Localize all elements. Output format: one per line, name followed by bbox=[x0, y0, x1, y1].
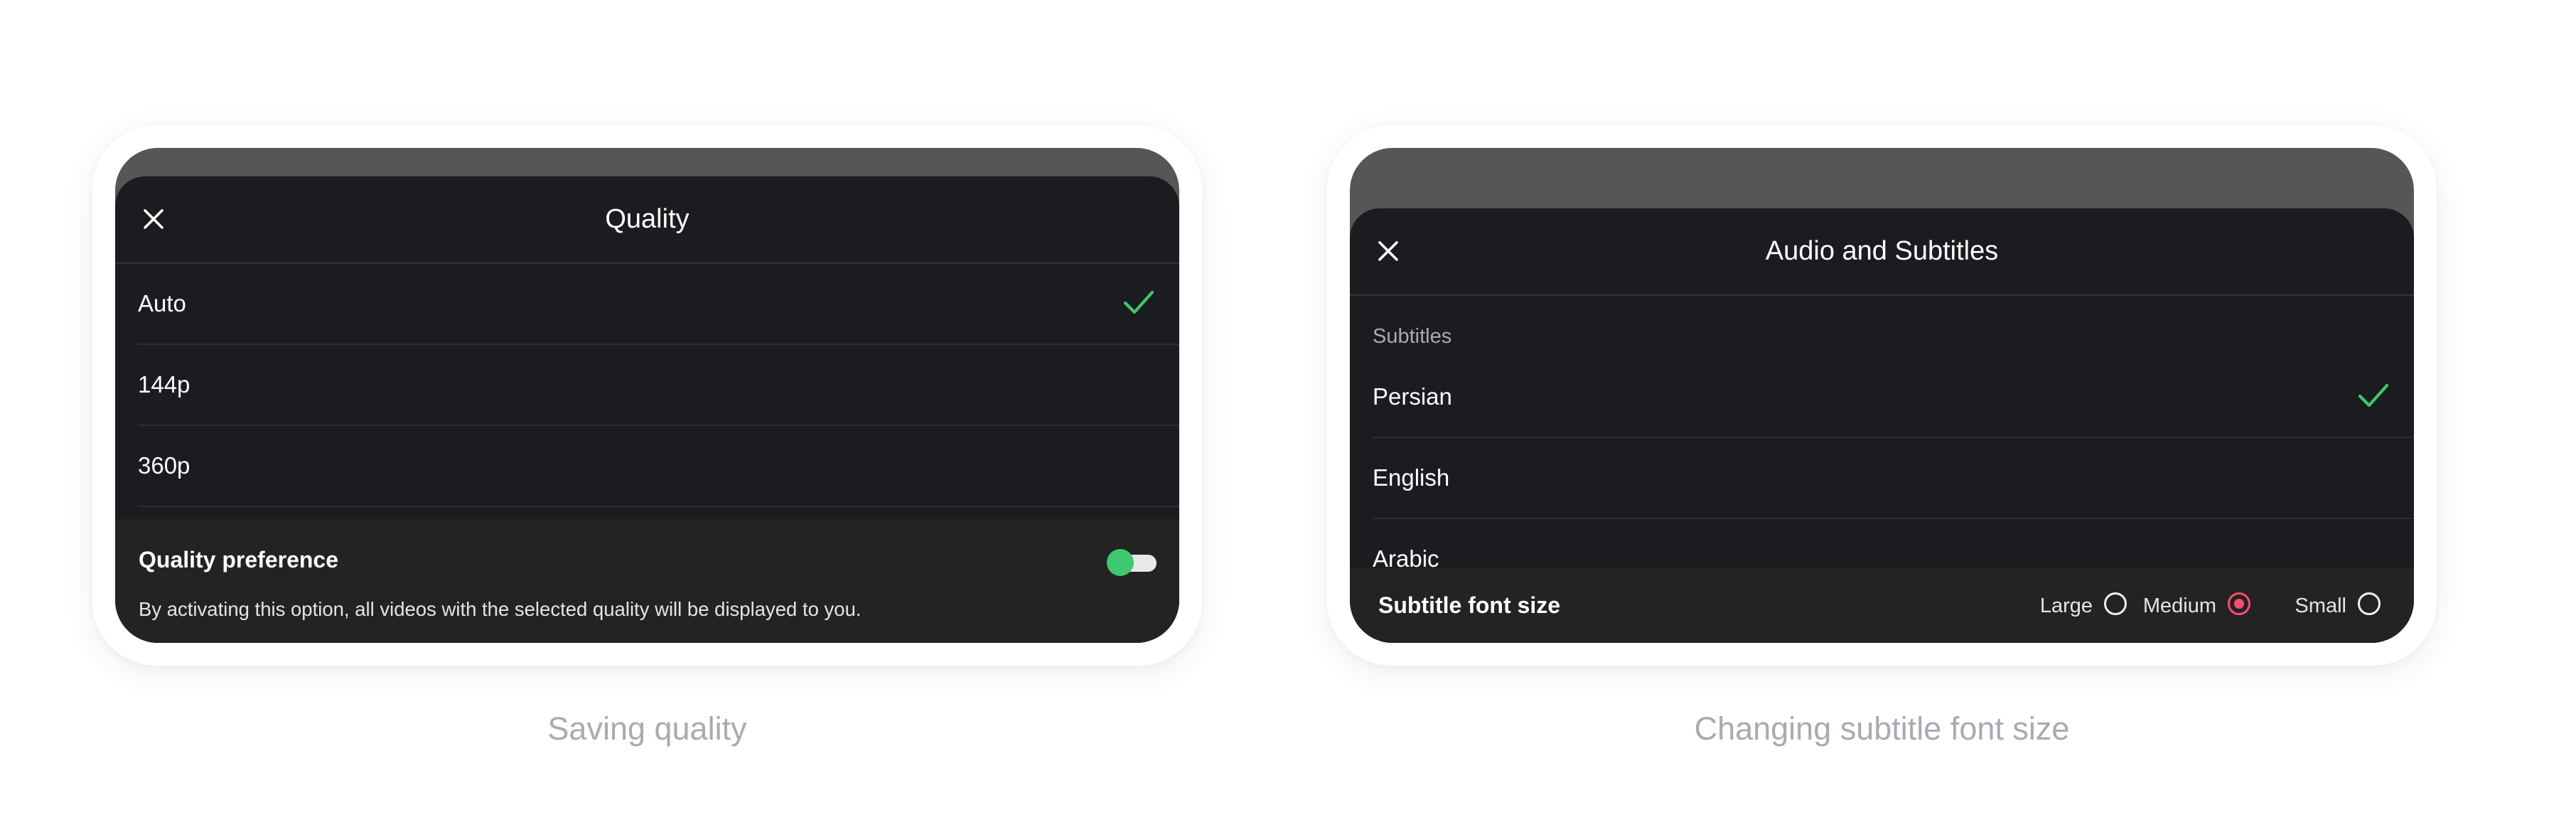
caption-changing-subtitle-font-size: Changing subtitle font size bbox=[1694, 710, 2070, 747]
checkmark-icon bbox=[1123, 290, 1154, 314]
subtitle-options-list: Subtitles Persian English Arabic bbox=[1350, 296, 2414, 567]
quality-bottom-sheet: Quality Auto 144p 360p Quality preferenc… bbox=[115, 176, 1179, 643]
option-label: English bbox=[1373, 464, 1450, 491]
device-frame-audio: Audio and Subtitles Subtitles Persian En… bbox=[1327, 125, 2437, 666]
option-label: Auto bbox=[138, 290, 186, 316]
sheet-header: Audio and Subtitles bbox=[1350, 208, 2414, 296]
font-size-option-small[interactable]: Small bbox=[2238, 592, 2381, 620]
device-screen: Audio and Subtitles Subtitles Persian En… bbox=[1350, 148, 2414, 643]
radio-button-selected bbox=[2228, 592, 2250, 615]
subtitle-option-arabic[interactable]: Arabic bbox=[1373, 519, 2414, 567]
preference-description: By activating this option, all videos wi… bbox=[139, 598, 862, 620]
quality-option-144p[interactable]: 144p bbox=[138, 345, 1179, 426]
option-label: Persian bbox=[1373, 383, 1452, 410]
subtitle-option-english[interactable]: English bbox=[1373, 438, 2414, 519]
option-label: Small bbox=[2295, 595, 2346, 617]
quality-preference-toggle[interactable] bbox=[1107, 549, 1156, 576]
radio-button bbox=[2104, 592, 2127, 615]
checkmark-icon bbox=[2358, 383, 2389, 407]
quality-preference-panel: Quality preference By activating this op… bbox=[115, 519, 1179, 643]
quality-option-360p[interactable]: 360p bbox=[138, 426, 1179, 507]
subtitle-option-persian[interactable]: Persian bbox=[1373, 357, 2414, 438]
font-size-option-large[interactable]: Large bbox=[1985, 592, 2127, 620]
sheet-title: Audio and Subtitles bbox=[1765, 236, 1999, 266]
subtitle-font-size-panel: Subtitle font size Small Medium Large bbox=[1350, 567, 2414, 643]
option-label: 144p bbox=[138, 371, 190, 398]
preference-title: Quality preference bbox=[139, 547, 338, 572]
radio-button bbox=[2358, 592, 2381, 615]
option-label: Arabic bbox=[1373, 545, 1439, 567]
option-label: Medium bbox=[2142, 595, 2216, 617]
toggle-knob bbox=[1107, 549, 1134, 576]
caption-saving-quality: Saving quality bbox=[547, 710, 747, 747]
audio-subtitles-bottom-sheet: Audio and Subtitles Subtitles Persian En… bbox=[1350, 208, 2414, 643]
radio-dot bbox=[2233, 598, 2244, 609]
font-size-title: Subtitle font size bbox=[1378, 592, 1560, 618]
sheet-header: Quality bbox=[115, 176, 1179, 264]
device-frame-quality: Quality Auto 144p 360p Quality preferenc… bbox=[92, 125, 1202, 666]
sheet-title: Quality bbox=[605, 204, 689, 234]
device-screen: Quality Auto 144p 360p Quality preferenc… bbox=[115, 148, 1179, 643]
option-label: Large bbox=[2039, 595, 2093, 617]
section-label-subtitles: Subtitles bbox=[1373, 325, 1452, 348]
quality-option-auto[interactable]: Auto bbox=[138, 264, 1179, 345]
option-label: 360p bbox=[138, 452, 190, 479]
